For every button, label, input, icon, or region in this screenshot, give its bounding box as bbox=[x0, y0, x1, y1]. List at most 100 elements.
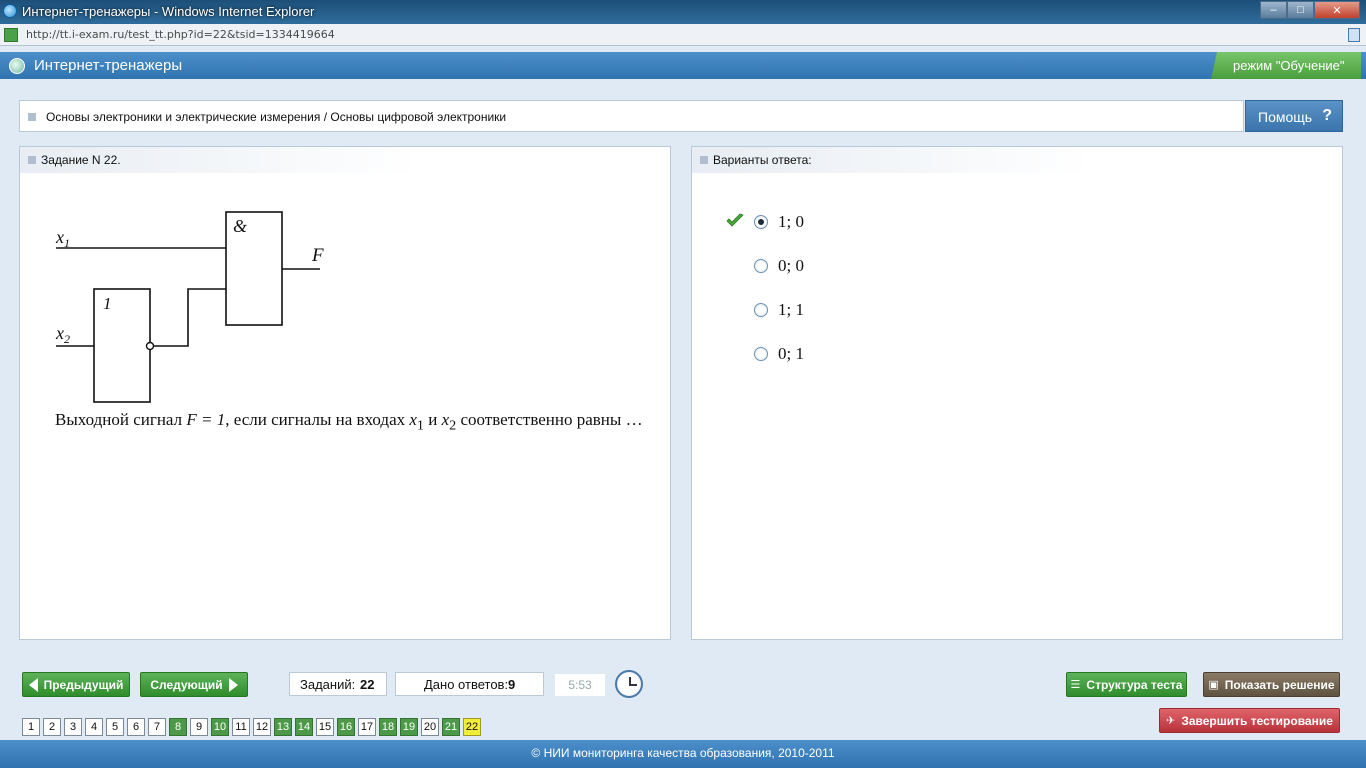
task-nav-item[interactable]: 14 bbox=[295, 718, 313, 736]
and-gate-label: & bbox=[233, 216, 247, 236]
solution-label: Показать решение bbox=[1224, 677, 1335, 692]
help-button[interactable]: Помощь ? bbox=[1245, 100, 1343, 132]
app-title: Интернет-тренажеры bbox=[34, 57, 183, 74]
ie-logo-icon bbox=[3, 4, 17, 18]
answer-option[interactable]: 1; 0 bbox=[692, 208, 992, 236]
finish-test-button[interactable]: ✈ Завершить тестирование bbox=[1159, 708, 1340, 733]
task-nav-item[interactable]: 10 bbox=[211, 718, 229, 736]
task-nav-item[interactable]: 8 bbox=[169, 718, 187, 736]
task-nav-item[interactable]: 13 bbox=[274, 718, 292, 736]
not-gate-label: 1 bbox=[103, 294, 112, 313]
task-nav-item[interactable]: 18 bbox=[379, 718, 397, 736]
window-titlebar: Интернет-тренажеры - Windows Internet Ex… bbox=[0, 0, 1366, 24]
prev-button[interactable]: Предыдущий bbox=[22, 672, 130, 697]
task-nav-item[interactable]: 2 bbox=[43, 718, 61, 736]
radio-selected-dot bbox=[758, 219, 764, 225]
mode-badge: режим "Обучение" bbox=[1211, 52, 1361, 79]
app-logo-icon bbox=[9, 58, 25, 74]
minimize-button[interactable]: – bbox=[1260, 1, 1287, 19]
prev-label: Предыдущий bbox=[43, 677, 124, 692]
radio-button[interactable] bbox=[754, 303, 768, 317]
close-button[interactable]: ✕ bbox=[1314, 1, 1360, 19]
question-mark-icon: ? bbox=[1322, 107, 1332, 124]
radio-button[interactable] bbox=[754, 347, 768, 361]
window-title: Интернет-тренажеры - Windows Internet Ex… bbox=[22, 4, 315, 19]
output-f-label: F bbox=[311, 245, 324, 266]
tasks-count: 22 bbox=[360, 677, 375, 692]
running-man-icon: ✈ bbox=[1166, 715, 1176, 727]
task-nav-item[interactable]: 16 bbox=[337, 718, 355, 736]
input-x2-label: x2 bbox=[55, 323, 70, 346]
show-solution-button[interactable]: ▣ Показать решение bbox=[1203, 672, 1340, 697]
timer: 5:53 bbox=[555, 674, 605, 696]
answer-option[interactable]: 0; 0 bbox=[692, 252, 992, 280]
address-bar[interactable]: http://tt.i-exam.ru/test_tt.php?id=22&ts… bbox=[0, 24, 1366, 46]
task-nav-item[interactable]: 4 bbox=[85, 718, 103, 736]
bullet-icon bbox=[28, 113, 36, 121]
wire-not-to-and bbox=[154, 288, 226, 347]
question-heading-bar: Задание N 22. bbox=[20, 147, 420, 173]
app-header: Интернет-тренажеры режим "Обучение" bbox=[0, 52, 1366, 79]
url-text[interactable]: http://tt.i-exam.ru/test_tt.php?id=22&ts… bbox=[26, 28, 335, 41]
bottom-toolbar: Предыдущий Следующий Заданий: 22 Дано от… bbox=[0, 660, 1366, 740]
bullet-icon bbox=[700, 156, 708, 164]
next-button[interactable]: Следующий bbox=[140, 672, 248, 697]
answer-label: 1; 1 bbox=[778, 300, 804, 319]
input-x1-label: x1 bbox=[55, 227, 70, 250]
task-nav-item[interactable]: 1 bbox=[22, 718, 40, 736]
task-nav-item[interactable]: 7 bbox=[148, 718, 166, 736]
task-nav-item[interactable]: 3 bbox=[64, 718, 82, 736]
task-nav-item[interactable]: 21 bbox=[442, 718, 460, 736]
task-navigator: 1 2 3 4 5 6 7 8 9 10 11 12 13 14 15 16 17 18 19 20 21 22 bbox=[22, 718, 481, 736]
correct-check-icon bbox=[726, 213, 744, 227]
task-nav-item[interactable]: 17 bbox=[358, 718, 376, 736]
radio-button[interactable] bbox=[754, 259, 768, 273]
answer-label: 0; 1 bbox=[778, 344, 804, 363]
answer-label: 0; 0 bbox=[778, 256, 804, 275]
tasks-count-box: Заданий: 22 bbox=[289, 672, 387, 696]
breadcrumb-text: Основы электроники и электрические измер… bbox=[46, 110, 507, 124]
task-nav-item[interactable]: 22 bbox=[463, 718, 481, 736]
footer: © НИИ мониторинга качества образования, … bbox=[0, 740, 1366, 768]
question-text: Выходной сигнал F = 1, если сигналы на в… bbox=[55, 408, 655, 437]
answer-option[interactable]: 0; 1 bbox=[692, 340, 992, 368]
task-nav-item[interactable]: 6 bbox=[127, 718, 145, 736]
logic-circuit-diagram: & 1 x1 x2 F bbox=[55, 211, 324, 403]
question-heading: Задание N 22. bbox=[41, 153, 121, 167]
answers-panel: Варианты ответа: 1; 0 0; 0 1; 1 0; 1 bbox=[691, 146, 1343, 640]
task-nav-item[interactable]: 15 bbox=[316, 718, 334, 736]
question-text-part2: , если сигналы на входах bbox=[225, 410, 410, 429]
answered-label: Дано ответов: bbox=[424, 677, 509, 692]
list-icon: ☰ bbox=[1070, 679, 1081, 691]
arrow-right-icon bbox=[228, 677, 238, 692]
answered-count-box: Дано ответов: 9 bbox=[395, 672, 544, 696]
help-label: Помощь bbox=[1258, 109, 1313, 125]
question-panel: Задание N 22. & 1 x1 x2 F Выходной сигна… bbox=[19, 146, 671, 640]
task-nav-item[interactable]: 19 bbox=[400, 718, 418, 736]
clock-icon bbox=[615, 670, 643, 698]
answer-option[interactable]: 1; 1 bbox=[692, 296, 992, 324]
answer-label: 1; 0 bbox=[778, 212, 804, 231]
question-text-part1: Выходной сигнал bbox=[55, 410, 187, 429]
task-nav-item[interactable]: 9 bbox=[190, 718, 208, 736]
breadcrumb: Основы электроники и электрические измер… bbox=[19, 100, 1244, 132]
bullet-icon bbox=[28, 156, 36, 164]
site-favicon-icon bbox=[4, 28, 18, 42]
page-icon[interactable] bbox=[1348, 28, 1360, 42]
task-nav-item[interactable]: 5 bbox=[106, 718, 124, 736]
inversion-bubble bbox=[145, 341, 155, 351]
task-nav-item[interactable]: 12 bbox=[253, 718, 271, 736]
task-nav-item[interactable]: 11 bbox=[232, 718, 250, 736]
formula-f-equals-1: F = 1 bbox=[186, 410, 226, 429]
structure-label: Структура теста bbox=[1086, 677, 1183, 692]
tasks-label: Заданий: bbox=[300, 677, 356, 692]
window-controls: – □ ✕ bbox=[1260, 1, 1360, 19]
maximize-button[interactable]: □ bbox=[1287, 1, 1314, 19]
finish-label: Завершить тестирование bbox=[1181, 713, 1333, 728]
test-structure-button[interactable]: ☰ Структура теста bbox=[1066, 672, 1187, 697]
var-x1-sub: 1 bbox=[416, 417, 424, 434]
answered-count: 9 bbox=[508, 677, 516, 692]
task-nav-item[interactable]: 20 bbox=[421, 718, 439, 736]
radio-button[interactable] bbox=[754, 215, 768, 229]
next-label: Следующий bbox=[150, 677, 223, 692]
